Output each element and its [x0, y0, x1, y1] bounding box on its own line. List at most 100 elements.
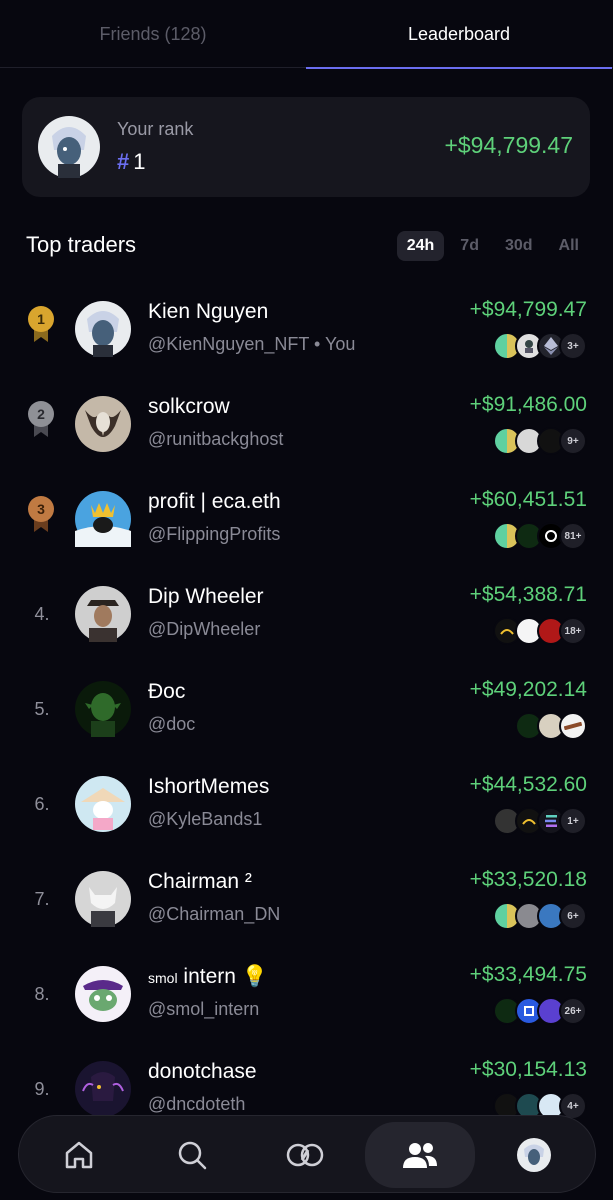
friends-icon [403, 1143, 437, 1168]
home-icon [65, 1141, 93, 1169]
avatar [75, 396, 131, 452]
trader-row[interactable]: 3 profit | eca.eth @FlippingProfits +$60… [0, 477, 613, 572]
trader-pnl: +$94,799.47 [469, 298, 587, 321]
token-stack: 1+ [493, 807, 587, 835]
bottom-nav [18, 1115, 596, 1193]
rank-number: 1 [133, 149, 146, 174]
bronze-medal-icon: 3 [28, 496, 54, 532]
your-rank-pnl: +$94,799.47 [444, 132, 573, 158]
token-stack: 81+ [493, 522, 587, 550]
trader-handle: @smol_intern [148, 999, 260, 1019]
token-stack: 9+ [493, 427, 587, 455]
trader-handle: @runitbackghost [148, 429, 284, 449]
nav-home[interactable] [39, 1116, 119, 1194]
nav-swap[interactable] [265, 1116, 345, 1194]
nav-search[interactable] [152, 1116, 232, 1194]
trader-pnl: +$33,494.75 [469, 963, 587, 986]
trader-name: profit | eca.eth [148, 490, 281, 513]
avatar [75, 776, 131, 832]
rank-number: 5. [34, 698, 50, 719]
token-more-badge: 1+ [559, 807, 587, 835]
token-stack: 26+ [493, 997, 587, 1025]
trader-handle: @doc [148, 714, 196, 734]
trader-pnl: +$49,202.14 [469, 678, 587, 701]
trader-pnl: +$33,520.18 [469, 868, 587, 891]
period-all[interactable]: All [549, 231, 589, 261]
your-rank-value: #1 [117, 149, 146, 175]
token-more-badge: 18+ [559, 617, 587, 645]
token-stack: 3+ [493, 332, 587, 360]
avatar [75, 966, 131, 1022]
trader-pnl: +$54,388.71 [469, 583, 587, 606]
avatar [75, 491, 131, 547]
token-more-badge: 9+ [559, 427, 587, 455]
period-24h[interactable]: 24h [396, 231, 445, 261]
trader-row[interactable]: 8. smol intern 💡 @smol_intern +$33,494.7… [0, 952, 613, 1047]
trader-name: IshortMemes [148, 775, 270, 798]
your-rank-label: Your rank [117, 119, 194, 139]
trader-name: Chairman ² [148, 870, 252, 893]
trader-pnl: +$44,532.60 [469, 773, 587, 796]
token-more-badge: 6+ [559, 902, 587, 930]
tab-friends[interactable]: Friends (128) [0, 0, 306, 68]
avatar [75, 681, 131, 737]
avatar [75, 871, 131, 927]
avatar [75, 586, 131, 642]
period-7d[interactable]: 7d [450, 231, 489, 261]
section-title: Top traders [26, 232, 137, 257]
period-selector: 24h 7d 30d All [396, 231, 589, 261]
trader-row[interactable]: 6. IshortMemes @KyleBands1 +$44,532.60 1… [0, 762, 613, 857]
profile-avatar [517, 1138, 551, 1172]
rank-number: 4. [34, 603, 50, 624]
svg-text:2: 2 [37, 406, 45, 422]
token-stack: 18+ [493, 617, 587, 645]
swap-icon [286, 1143, 324, 1167]
trader-pnl: +$30,154.13 [469, 1058, 587, 1081]
trader-name: smol intern 💡 [148, 965, 268, 989]
trader-name: solkcrow [148, 395, 230, 418]
rank-number: 7. [34, 888, 50, 909]
trader-pnl: +$91,486.00 [469, 393, 587, 416]
token-stack: 6+ [493, 902, 587, 930]
trader-handle: @KyleBands1 [148, 809, 263, 829]
trader-name-main: intern 💡 [183, 965, 268, 988]
trader-row[interactable]: 4. Dip Wheeler @DipWheeler +$54,388.71 1… [0, 572, 613, 667]
token-more-badge: 81+ [559, 522, 587, 550]
token-icon [559, 712, 587, 740]
gold-medal-icon: 1 [28, 306, 54, 342]
top-tabs: Friends (128) Leaderboard [0, 0, 613, 69]
search-icon [178, 1141, 207, 1170]
trader-handle: @DipWheeler [148, 619, 261, 639]
trader-handle: @dncdoteth [148, 1094, 246, 1114]
trader-name-small: smol [148, 970, 178, 986]
nav-profile[interactable] [494, 1116, 574, 1194]
trader-name: donotchase [148, 1060, 257, 1083]
avatar [75, 1061, 131, 1117]
token-more-badge: 26+ [559, 997, 587, 1025]
your-rank-card[interactable]: Your rank #1 +$94,799.47 [22, 97, 590, 197]
trader-handle: @Chairman_DN [148, 904, 281, 924]
trader-row[interactable]: 5. Đoc @doc +$49,202.14 [0, 667, 613, 762]
avatar [38, 116, 100, 178]
avatar [75, 301, 131, 357]
token-stack [515, 712, 587, 740]
svg-text:1: 1 [37, 311, 45, 327]
trader-handle: @KienNguyen_NFT • You [148, 334, 356, 354]
rank-number: 9. [34, 1078, 50, 1099]
token-more-badge: 3+ [559, 332, 587, 360]
rank-hash: # [117, 149, 130, 174]
trader-row[interactable]: 2 solkcrow @runitbackghost +$91,486.00 9… [0, 382, 613, 477]
silver-medal-icon: 2 [28, 401, 54, 437]
trader-row[interactable]: 7. Chairman ² @Chairman_DN +$33,520.18 6… [0, 857, 613, 952]
trader-name: Đoc [148, 680, 186, 703]
trader-handle: @FlippingProfits [148, 524, 281, 544]
period-30d[interactable]: 30d [495, 231, 543, 261]
trader-pnl: +$60,451.51 [469, 488, 587, 511]
trader-name: Dip Wheeler [148, 585, 264, 608]
nav-friends[interactable] [365, 1122, 475, 1188]
trader-row[interactable]: 1 Kien Nguyen @KienNguyen_NFT • You +$94… [0, 287, 613, 382]
rank-number: 6. [34, 793, 50, 814]
trader-name: Kien Nguyen [148, 300, 269, 323]
tab-leaderboard[interactable]: Leaderboard [306, 0, 612, 69]
svg-text:3: 3 [37, 501, 45, 517]
